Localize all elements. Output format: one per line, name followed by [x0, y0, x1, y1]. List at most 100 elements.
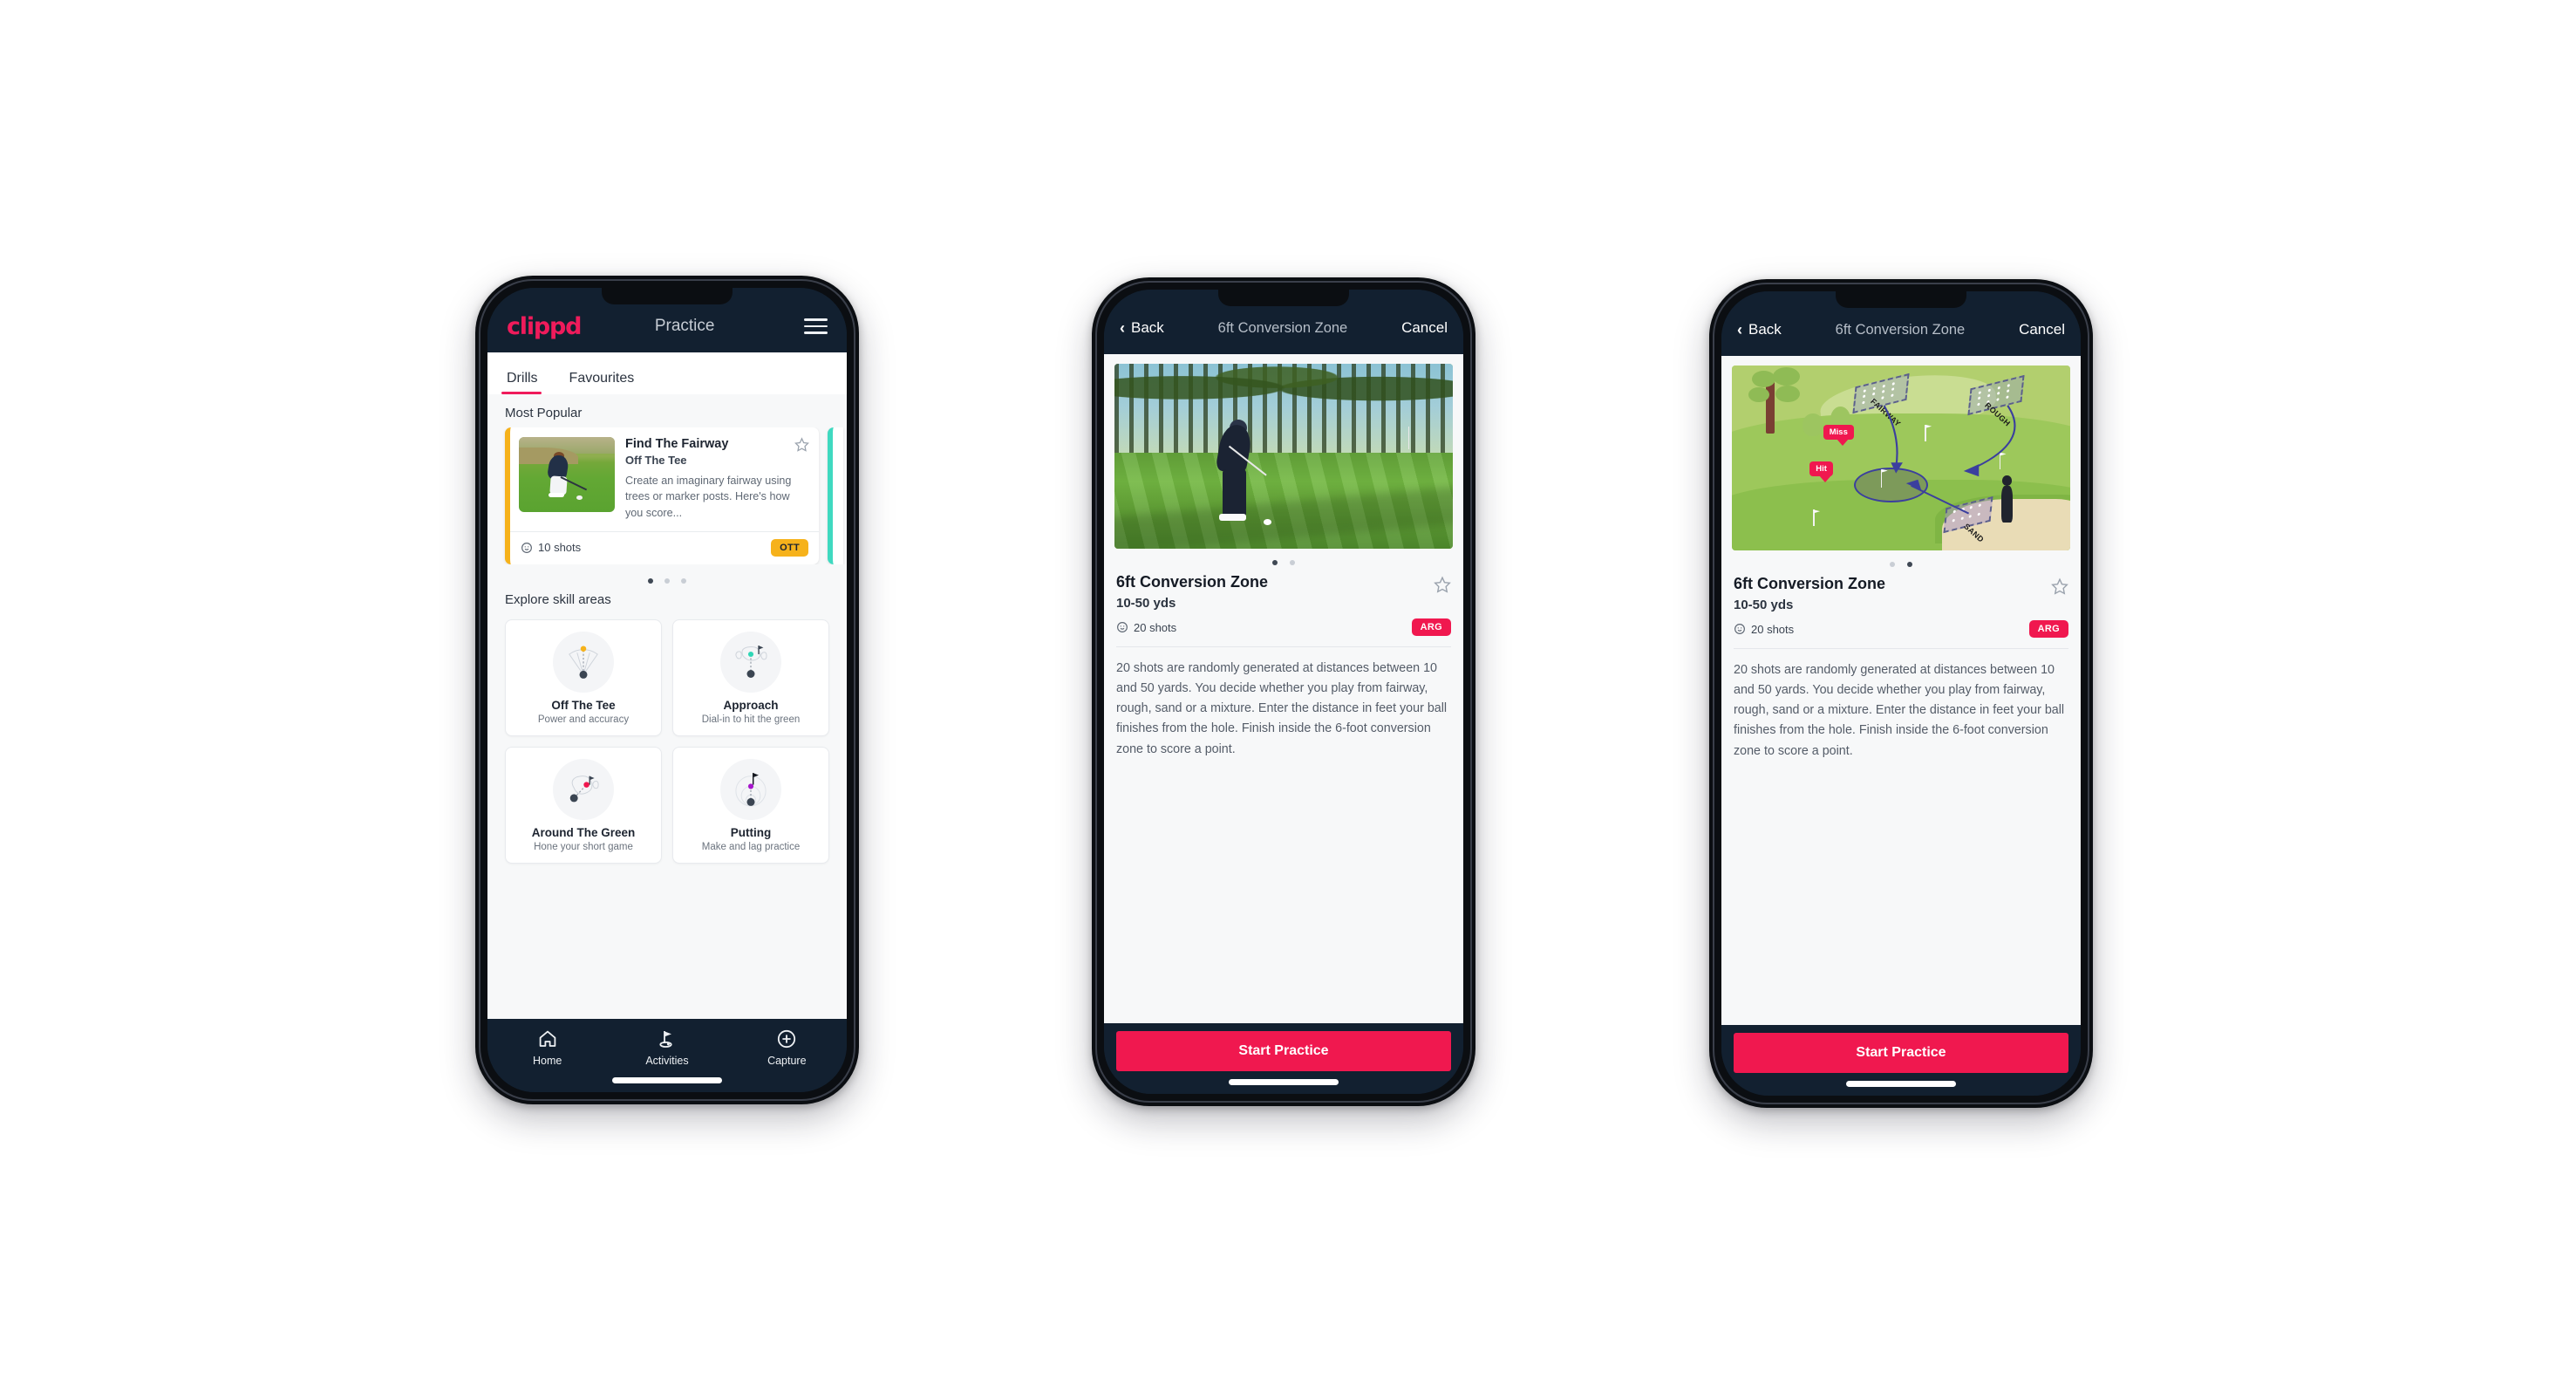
- shots-clock-icon: [1734, 624, 1745, 634]
- drill-carousel[interactable]: Find The Fairway Off The Tee Create an i…: [487, 427, 847, 564]
- back-button[interactable]: ‹ Back: [1737, 321, 1782, 338]
- carousel-dot-2[interactable]: [664, 577, 670, 584]
- next-drill-card-peek[interactable]: [828, 427, 843, 564]
- phone2-screen: ‹ Back 6ft Conversion Zone Cancel 6ft Co…: [1104, 290, 1463, 1094]
- detail-content: 6ft Conversion Zone 10-50 yds 20 shots A…: [1104, 354, 1463, 1023]
- golf-flag-icon: [659, 1031, 672, 1048]
- drill-card-text: Find The Fairway Off The Tee Create an i…: [625, 437, 809, 521]
- device-notch: [602, 288, 733, 304]
- back-button[interactable]: ‹ Back: [1120, 319, 1164, 337]
- detail-title: 6ft Conversion Zone: [1835, 321, 1966, 338]
- drill-badge-arg: ARG: [1411, 618, 1451, 636]
- skill-card-approach[interactable]: Approach Dial-in to hit the green: [672, 618, 829, 736]
- cancel-button[interactable]: Cancel: [2019, 321, 2065, 338]
- drill-card[interactable]: Find The Fairway Off The Tee Create an i…: [505, 427, 819, 564]
- shots-clock-icon: [521, 542, 532, 553]
- drill-shots: 20 shots: [1734, 623, 1794, 636]
- favourite-star-icon[interactable]: [794, 437, 809, 452]
- nav-label: Capture: [767, 1055, 807, 1067]
- drill-badge-ott: OTT: [771, 538, 808, 557]
- tee-fan-icon: [553, 631, 614, 693]
- drill-description: 20 shots are randomly generated at dista…: [1734, 663, 2065, 758]
- detail-title: 6ft Conversion Zone: [1217, 319, 1348, 336]
- skill-card-around-the-green[interactable]: Around The Green Hone your short game: [505, 746, 662, 864]
- favourite-star-icon[interactable]: [2051, 577, 2068, 595]
- media-dot-2[interactable]: [1290, 560, 1295, 565]
- tab-drills[interactable]: Drills: [501, 371, 549, 394]
- shot-path-arrows: [1883, 405, 2016, 515]
- skill-sub: Hone your short game: [534, 841, 633, 852]
- drill-card-top: Find The Fairway Off The Tee Create an i…: [510, 427, 819, 531]
- skill-sub: Make and lag practice: [701, 841, 801, 852]
- start-practice-button[interactable]: Start Practice: [1116, 1031, 1451, 1071]
- start-practice-button[interactable]: Start Practice: [1734, 1033, 2068, 1073]
- drill-shots: 10 shots: [521, 541, 581, 554]
- skill-name: Around The Green: [531, 825, 636, 839]
- favourite-star-icon[interactable]: [1434, 576, 1451, 593]
- media-dot-2[interactable]: [1907, 562, 1912, 567]
- device-notch: [1218, 290, 1349, 306]
- drill-shots-label: 10 shots: [538, 541, 582, 555]
- carousel-dots: [487, 564, 847, 587]
- phone-mockup-drill-detail-photo: ‹ Back 6ft Conversion Zone Cancel 6ft Co…: [1092, 277, 1475, 1106]
- media-slide-illustration[interactable]: FAIRWAY ROUGH SAND Miss Hit: [1732, 366, 2070, 550]
- detail-content: FAIRWAY ROUGH SAND Miss Hit 6ft Conversi…: [1721, 356, 2081, 1025]
- drill-description: 20 shots are randomly generated at dista…: [1116, 661, 1448, 756]
- around-green-icon: [553, 758, 614, 820]
- tag-miss: Miss: [1823, 424, 1854, 446]
- phone1-screen: clippd Practice Drills Favourites Most P…: [487, 288, 847, 1092]
- drill-category: Off The Tee: [625, 454, 687, 467]
- drill-distance: 10-50 yds: [1734, 598, 1794, 612]
- skill-sub: Dial-in to hit the green: [701, 714, 801, 725]
- tab-bar: Drills Favourites: [487, 352, 847, 394]
- drill-detail-block: 6ft Conversion Zone 10-50 yds 20 shots A…: [1721, 575, 2081, 762]
- media-dot-1[interactable]: [1890, 562, 1895, 567]
- media-carousel-dots: [1104, 549, 1463, 573]
- nav-item-capture[interactable]: Capture: [749, 1028, 824, 1067]
- section-heading-skill-areas: Explore skill areas: [505, 591, 611, 607]
- skill-name: Putting: [730, 825, 772, 839]
- home-indicator: [612, 1077, 722, 1083]
- back-label: Back: [1131, 319, 1164, 336]
- shots-clock-icon: [1117, 622, 1128, 632]
- skill-name: Approach: [723, 698, 779, 712]
- media-dot-1[interactable]: [1272, 560, 1278, 565]
- nav-label: Activities: [645, 1055, 689, 1067]
- approach-green-icon: [720, 631, 781, 693]
- drill-badge-arg: ARG: [2028, 620, 2068, 638]
- drill-card-footer: 10 shots OTT: [510, 530, 819, 564]
- course-diagram-illustration: FAIRWAY ROUGH SAND Miss Hit: [1732, 366, 2070, 550]
- home-indicator: [1229, 1079, 1339, 1085]
- practice-content: Drills Favourites Most Popular Find The …: [487, 352, 847, 1019]
- cancel-button[interactable]: Cancel: [1401, 319, 1448, 337]
- carousel-dot-3[interactable]: [681, 577, 686, 584]
- drill-name: Find The Fairway: [625, 437, 729, 451]
- drill-shots: 20 shots: [1116, 621, 1176, 634]
- drill-description: Create an imaginary fairway using trees …: [625, 475, 792, 519]
- drill-detail-block: 6ft Conversion Zone 10-50 yds 20 shots A…: [1104, 573, 1463, 760]
- putting-rings-icon: [720, 758, 781, 820]
- skill-card-putting[interactable]: Putting Make and lag practice: [672, 746, 829, 864]
- golf-chip-shot-photo: [1114, 364, 1453, 549]
- media-carousel-dots: [1721, 550, 2081, 575]
- phone3-screen: ‹ Back 6ft Conversion Zone Cancel FAIRWA…: [1721, 291, 2081, 1096]
- phone-mockup-drill-detail-diagram: ‹ Back 6ft Conversion Zone Cancel FAIRWA…: [1709, 279, 2093, 1108]
- device-notch: [1836, 291, 1966, 308]
- home-icon: [539, 1030, 555, 1047]
- carousel-dot-1[interactable]: [648, 577, 653, 584]
- tag-hit: Hit: [1809, 461, 1833, 483]
- section-heading-most-popular: Most Popular: [505, 406, 583, 420]
- drill-shots-label: 20 shots: [1134, 620, 1177, 634]
- plus-circle-icon: [778, 1029, 796, 1049]
- screenshot-canvas: clippd Practice Drills Favourites Most P…: [0, 0, 2576, 1387]
- chevron-left-icon: ‹: [1737, 321, 1742, 338]
- nav-item-activities[interactable]: Activities: [630, 1028, 705, 1067]
- page-title: Practice: [654, 317, 715, 335]
- nav-item-home[interactable]: Home: [510, 1028, 585, 1067]
- hamburger-icon[interactable]: [804, 318, 828, 334]
- tab-favourites[interactable]: Favourites: [568, 371, 645, 394]
- back-label: Back: [1748, 321, 1782, 338]
- media-slide-photo[interactable]: [1114, 364, 1453, 549]
- drill-title: 6ft Conversion Zone: [1734, 575, 1886, 592]
- skill-card-off-the-tee[interactable]: Off The Tee Power and accuracy: [505, 618, 662, 736]
